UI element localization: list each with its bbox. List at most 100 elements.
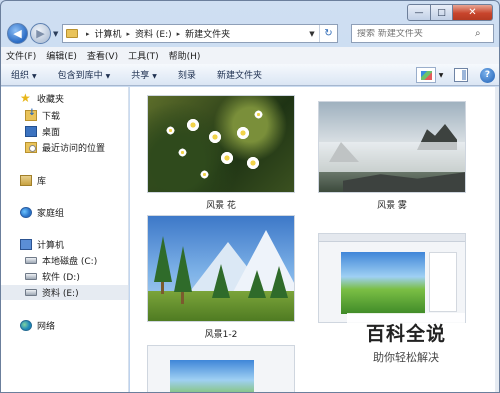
share-label: 共享 xyxy=(131,71,150,81)
recent-places-icon xyxy=(25,142,37,153)
nav-recent-places[interactable]: 最近访问的位置 xyxy=(1,140,128,155)
homegroup-icon xyxy=(20,207,32,218)
file-item[interactable]: 风景 花 xyxy=(147,95,295,211)
nav-libraries-label: 库 xyxy=(37,177,47,187)
navigation-row: ◀ ▶ ▼ ▸ 计算机 ▸ 资料 (E:) ▸ 新建文件夹 ▼ ↻ ⌕ xyxy=(1,21,499,47)
menu-help[interactable]: 帮助(H) xyxy=(169,49,201,62)
search-box[interactable]: ⌕ xyxy=(351,24,494,43)
thumbnail-view-icon xyxy=(420,70,432,80)
breadcrumb-computer[interactable]: 计算机 xyxy=(95,27,122,40)
vertical-scrollbar[interactable] xyxy=(495,87,499,392)
forward-button[interactable]: ▶ xyxy=(30,23,51,44)
file-name: 风景 雾 xyxy=(377,201,407,211)
address-controls: ▼ ↻ xyxy=(305,25,337,42)
organize-button[interactable]: 组织 ▼ xyxy=(11,68,37,81)
arrow-right-icon: ▶ xyxy=(36,27,45,40)
nav-recent-places-label: 最近访问的位置 xyxy=(42,144,106,154)
computer-icon xyxy=(20,239,32,250)
new-folder-button[interactable]: 新建文件夹 xyxy=(217,68,262,81)
breadcrumb-separator[interactable]: ▸ xyxy=(127,30,131,38)
chevron-down-icon: ▼ xyxy=(152,73,157,80)
breadcrumb-separator[interactable]: ▸ xyxy=(86,30,90,38)
file-thumbnail xyxy=(147,345,295,392)
folder-icon xyxy=(66,29,78,38)
menu-file[interactable]: 文件(F) xyxy=(6,49,36,62)
refresh-icon: ↻ xyxy=(324,28,333,39)
help-button[interactable]: ? xyxy=(480,67,495,83)
maximize-button[interactable]: □ xyxy=(431,4,453,21)
nav-favorites-label: 收藏夹 xyxy=(37,95,65,105)
nav-drive-d[interactable]: 软件 (D:) xyxy=(1,269,128,284)
chevron-down-icon: ▼ xyxy=(32,73,37,80)
library-icon xyxy=(20,175,32,186)
downloads-folder-icon xyxy=(25,108,37,121)
desktop-icon xyxy=(25,126,37,137)
view-controls: ▼ ? xyxy=(416,67,495,83)
back-button[interactable]: ◀ xyxy=(7,23,28,44)
file-thumbnail xyxy=(147,215,295,322)
nav-libraries[interactable]: 库 xyxy=(1,173,128,188)
refresh-button[interactable]: ↻ xyxy=(319,25,337,42)
search-input[interactable] xyxy=(357,28,475,39)
minimize-button[interactable]: — xyxy=(407,4,431,21)
watermark-title: 百科全说 xyxy=(365,323,446,345)
chevron-down-icon: ▼ xyxy=(105,73,111,80)
nav-downloads-label: 下载 xyxy=(42,112,61,122)
nav-drive-c[interactable]: 本地磁盘 (C:) xyxy=(1,253,128,268)
file-name: 风景1-2 xyxy=(204,330,238,340)
menu-edit[interactable]: 编辑(E) xyxy=(46,49,77,62)
explorer-window: — □ ✕ ◀ ▶ ▼ ▸ 计算机 ▸ 资料 (E:) ▸ 新建文件夹 ▼ ↻ … xyxy=(0,0,500,393)
preview-pane-button[interactable] xyxy=(454,68,468,82)
arrow-left-icon: ◀ xyxy=(13,27,22,40)
address-bar[interactable]: ▸ 计算机 ▸ 资料 (E:) ▸ 新建文件夹 ▼ ↻ xyxy=(62,24,338,43)
include-in-library-label: 包含到库中 xyxy=(57,71,103,81)
file-name: 风景 花 xyxy=(206,201,236,211)
network-icon xyxy=(20,320,32,331)
nav-downloads[interactable]: 下载 xyxy=(1,108,128,123)
nav-computer-label: 计算机 xyxy=(37,241,65,251)
file-item[interactable] xyxy=(318,233,466,323)
burn-button[interactable]: 刻录 xyxy=(178,68,196,81)
window-controls: — □ ✕ xyxy=(407,4,493,21)
file-thumbnail xyxy=(318,101,466,193)
breadcrumb-drive-e[interactable]: 资料 (E:) xyxy=(135,27,172,40)
file-item[interactable]: 风景1-2 xyxy=(147,215,295,340)
address-dropdown-icon[interactable]: ▼ xyxy=(305,30,319,38)
share-button[interactable]: 共享 ▼ xyxy=(131,68,157,81)
menu-bar: 文件(F) 编辑(E) 查看(V) 工具(T) 帮助(H) xyxy=(1,47,499,64)
organize-label: 组织 xyxy=(11,71,30,81)
nav-drive-e[interactable]: 资料 (E:) xyxy=(1,285,128,300)
drive-icon xyxy=(25,289,37,296)
nav-desktop-label: 桌面 xyxy=(42,128,61,138)
file-thumbnail xyxy=(318,233,466,323)
nav-drive-c-label: 本地磁盘 (C:) xyxy=(42,257,98,267)
include-in-library-button[interactable]: 包含到库中 ▼ xyxy=(58,68,111,81)
menu-view[interactable]: 查看(V) xyxy=(87,49,118,62)
nav-favorites[interactable]: ★ 收藏夹 xyxy=(1,91,128,106)
nav-homegroup[interactable]: 家庭组 xyxy=(1,205,128,220)
help-icon: ? xyxy=(484,70,491,80)
watermark-subtitle: 助你轻松解决 xyxy=(373,351,439,364)
change-view-button[interactable] xyxy=(416,67,436,83)
search-icon[interactable]: ⌕ xyxy=(475,28,481,39)
drive-icon xyxy=(25,257,37,264)
file-thumbnail xyxy=(147,95,295,193)
nav-desktop[interactable]: 桌面 xyxy=(1,124,128,139)
breadcrumb-separator[interactable]: ▸ xyxy=(177,30,181,38)
nav-network[interactable]: 网络 xyxy=(1,318,128,333)
command-bar: 组织 ▼ 包含到库中 ▼ 共享 ▼ 刻录 新建文件夹 ▼ ? xyxy=(1,64,499,86)
navigation-pane: ★ 收藏夹 下载 桌面 最近访问的位置 库 家庭组 计算机 xyxy=(1,87,129,392)
nav-homegroup-label: 家庭组 xyxy=(37,209,65,219)
star-icon: ★ xyxy=(20,91,31,105)
menu-tools[interactable]: 工具(T) xyxy=(128,49,159,62)
file-item[interactable] xyxy=(147,345,295,392)
nav-computer[interactable]: 计算机 xyxy=(1,237,128,252)
nav-drive-d-label: 软件 (D:) xyxy=(42,273,80,283)
breadcrumb-new-folder[interactable]: 新建文件夹 xyxy=(185,27,230,40)
recent-pages-dropdown[interactable]: ▼ xyxy=(53,30,58,38)
file-item[interactable]: 风景 雾 xyxy=(318,101,466,211)
drive-icon xyxy=(25,273,37,280)
view-options-dropdown[interactable]: ▼ xyxy=(436,72,446,79)
close-button[interactable]: ✕ xyxy=(453,4,493,21)
nav-drive-e-label: 资料 (E:) xyxy=(42,289,79,299)
